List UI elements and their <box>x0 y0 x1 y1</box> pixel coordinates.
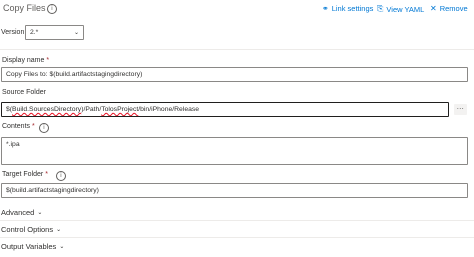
remove-label: Remove <box>439 4 468 13</box>
source-folder-label: Source Folder <box>2 89 46 96</box>
divider <box>0 49 474 50</box>
chevron-down-icon: ⌄ <box>56 226 62 233</box>
version-dropdown[interactable]: 2.* ⌄ <box>25 25 84 40</box>
remove-link[interactable]: ✕ Remove <box>430 4 468 13</box>
view-yaml-link[interactable]: ⎘ View YAML <box>377 4 424 14</box>
advanced-label: Advanced <box>1 208 35 217</box>
chevron-down-icon: ⌄ <box>59 243 65 250</box>
divider <box>0 220 474 221</box>
version-value: 2.* <box>30 29 39 36</box>
contents-textarea[interactable]: *.ipa <box>1 137 468 165</box>
link-settings-label: Link settings <box>331 4 374 13</box>
display-name-label: Display name * <box>2 57 50 64</box>
task-title: Copy Files <box>3 3 46 13</box>
divider <box>0 237 474 238</box>
advanced-section-toggle[interactable]: Advanced ⌄ <box>1 208 42 217</box>
output-variables-label: Output Variables <box>1 242 57 251</box>
info-icon[interactable]: i <box>56 171 66 181</box>
target-folder-value: $(build.artifactstagingdirectory) <box>6 187 99 194</box>
target-folder-label: Target Folder * <box>2 171 48 178</box>
browse-button[interactable]: ... <box>454 104 467 115</box>
display-name-value: Copy Files to: $(build.artifactstagingdi… <box>6 71 143 78</box>
source-folder-input[interactable]: $(Build.SourcesDirectory)/Path/TolosProj… <box>1 102 449 117</box>
info-icon[interactable]: i <box>47 4 57 14</box>
version-label: Version <box>1 29 25 36</box>
info-icon[interactable]: i <box>39 123 49 133</box>
link-icon: ⚭ <box>322 4 329 13</box>
source-folder-value: $(Build.SourcesDirectory)/Path/TolosProj… <box>6 106 200 113</box>
contents-label: Contents * <box>2 123 35 130</box>
control-options-section-toggle[interactable]: Control Options ⌄ <box>1 225 61 234</box>
view-yaml-label: View YAML <box>386 4 425 14</box>
contents-value: *.ipa <box>6 141 20 148</box>
link-settings-link[interactable]: ⚭ Link settings <box>322 4 373 13</box>
output-variables-section-toggle[interactable]: Output Variables ⌄ <box>1 242 64 251</box>
clipboard-icon: ⎘ <box>377 4 384 13</box>
close-icon: ✕ <box>430 4 437 13</box>
target-folder-input[interactable]: $(build.artifactstagingdirectory) <box>1 183 468 198</box>
chevron-down-icon: ⌄ <box>73 29 79 36</box>
chevron-down-icon: ⌄ <box>37 209 43 216</box>
control-options-label: Control Options <box>1 225 54 234</box>
display-name-input[interactable]: Copy Files to: $(build.artifactstagingdi… <box>1 67 468 82</box>
